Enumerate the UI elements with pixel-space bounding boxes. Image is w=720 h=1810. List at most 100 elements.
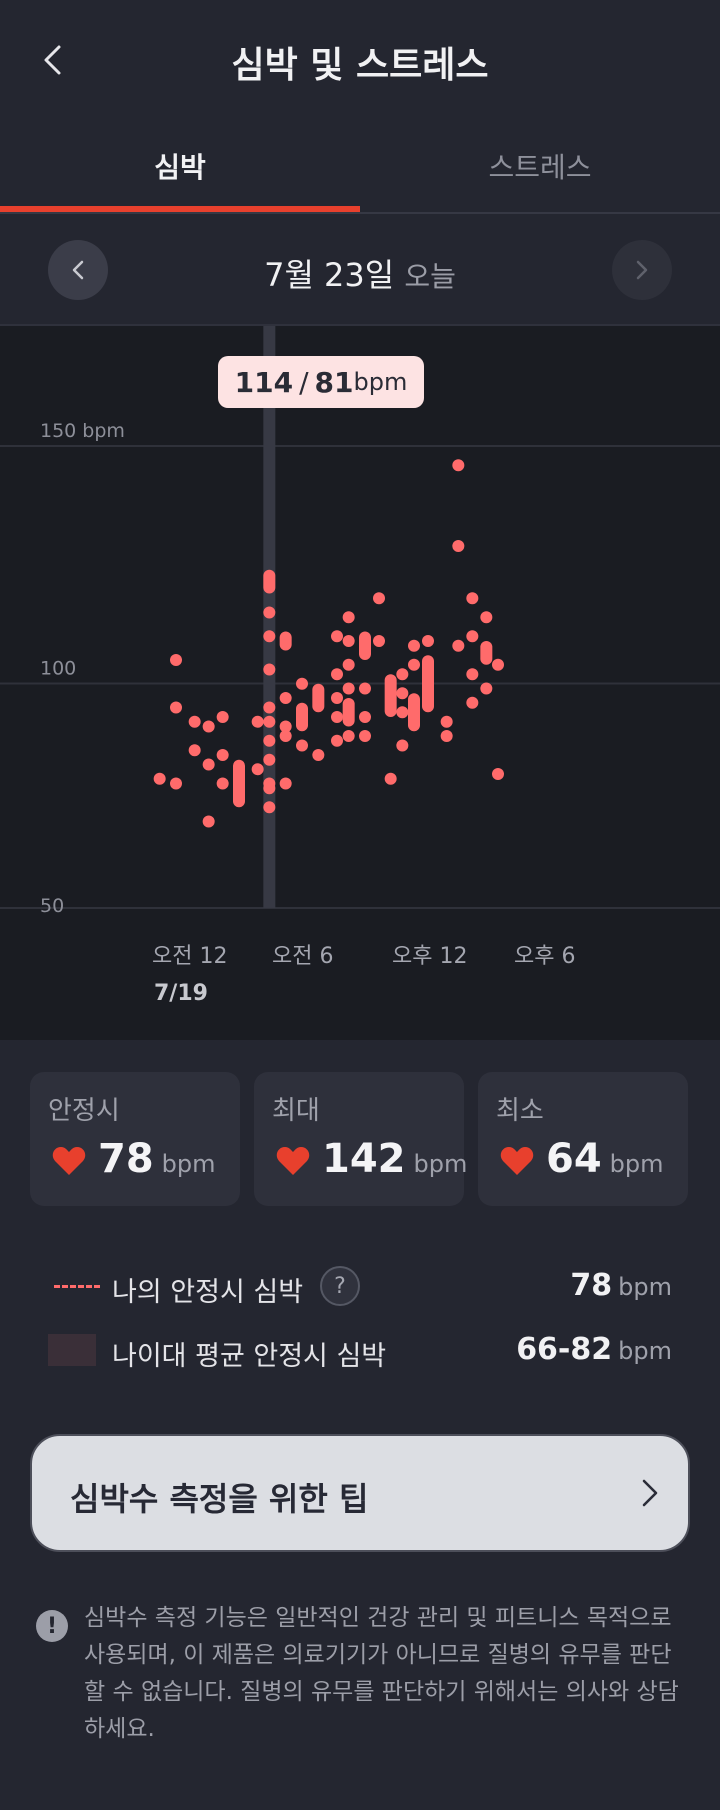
heart-rate-chart[interactable]: 150 bpm 100 50 오전 12 오전 6 오후 12 오후 6 7/19 114 /… — [0, 326, 720, 1040]
y-axis-label: 150 bpm — [40, 420, 125, 442]
app-header: 심박 및 스트레스 — [0, 0, 720, 120]
data-point — [263, 606, 276, 619]
x-axis-label: 오전 6 — [272, 944, 333, 969]
stat-unit: bpm — [161, 1150, 216, 1178]
info-icon: ! — [36, 1610, 68, 1642]
data-point — [359, 711, 371, 723]
data-point — [373, 592, 385, 605]
data-point — [202, 758, 215, 771]
stat-label: 최대 — [272, 1096, 320, 1126]
max-stat-card: 최대 142 bpm — [254, 1072, 467, 1206]
data-point — [263, 734, 276, 747]
date-navigator: 7월 23일 오늘 — [0, 214, 720, 326]
data-point — [216, 711, 229, 723]
data-point — [396, 668, 409, 681]
chevron-right-icon — [636, 260, 648, 280]
legend-number: 66-82 — [516, 1332, 613, 1367]
legend-value: 78 bpm — [570, 1268, 672, 1303]
stat-label: 안정시 — [48, 1096, 120, 1126]
heart-icon — [500, 1147, 534, 1175]
stat-value: 142 — [322, 1136, 406, 1182]
data-point — [422, 635, 434, 647]
data-point — [342, 658, 355, 671]
data-point — [452, 459, 465, 472]
dashed-line-swatch — [54, 1285, 100, 1288]
date-label: 7월 23일 — [264, 256, 395, 294]
tab-bar: 심박 스트레스 — [0, 120, 720, 214]
data-point — [279, 730, 292, 742]
today-label: 오늘 — [404, 260, 456, 293]
stat-unit: bpm — [413, 1150, 468, 1178]
help-button[interactable]: ? — [320, 1266, 360, 1306]
resting-hr-legend: 나의 안정시 심박 ? 78 bpm — [48, 1260, 672, 1314]
data-point — [396, 706, 409, 719]
next-date-button[interactable] — [612, 240, 672, 300]
tab-stress[interactable]: 스트레스 — [360, 120, 720, 212]
stat-value: 78 — [98, 1136, 154, 1182]
data-point — [279, 777, 292, 790]
tip-button-label: 심박수 측정을 위한 팁 — [70, 1480, 369, 1518]
range-bar — [408, 693, 420, 732]
range-swatch — [48, 1334, 96, 1366]
data-point — [342, 730, 355, 742]
range-bar — [359, 631, 371, 660]
legend-number: 78 — [570, 1268, 613, 1303]
data-point — [480, 682, 493, 695]
heart-icon — [276, 1147, 310, 1175]
y-axis-label: 100 — [40, 658, 76, 680]
x-axis-label: 오후 12 — [392, 944, 467, 969]
data-point — [263, 753, 276, 766]
range-bar — [296, 702, 308, 732]
data-point — [216, 777, 229, 790]
data-point — [452, 540, 465, 552]
selected-range-tooltip: 114 / 81 bpm — [218, 356, 424, 408]
data-point — [263, 782, 276, 795]
data-point — [396, 739, 409, 752]
data-point — [331, 734, 343, 747]
range-bar — [342, 698, 355, 727]
data-point — [342, 611, 355, 624]
active-tab-indicator — [0, 206, 360, 212]
chevron-right-icon — [642, 1479, 658, 1507]
data-point — [452, 639, 465, 652]
data-point — [359, 682, 371, 695]
data-point — [188, 744, 201, 757]
data-point — [153, 772, 166, 785]
data-point — [170, 777, 182, 790]
stat-value: 64 — [546, 1136, 602, 1182]
data-point — [492, 658, 504, 671]
data-point — [216, 749, 229, 761]
tooltip-min: 81 — [314, 365, 354, 399]
heart-rate-tips-button[interactable]: 심박수 측정을 위한 팁 — [30, 1434, 690, 1552]
data-point — [331, 668, 343, 681]
stat-label: 최소 — [496, 1096, 544, 1126]
range-bar — [384, 674, 397, 717]
data-point — [492, 768, 504, 780]
tooltip-max: 114 — [234, 365, 294, 399]
heart-icon — [52, 1147, 86, 1175]
data-point — [440, 730, 453, 742]
x-axis-date-label: 7/19 — [154, 981, 208, 1006]
data-point — [373, 635, 385, 647]
data-point — [188, 715, 201, 728]
data-point — [466, 630, 479, 643]
x-axis-label: 오후 6 — [514, 944, 575, 969]
data-point — [251, 715, 264, 728]
tooltip-unit: bpm — [353, 368, 408, 396]
disclaimer-text: 심박수 측정 기능은 일반적인 건강 관리 및 피트니스 목적으로 사용되며, … — [84, 1605, 679, 1742]
tooltip-separator: / — [299, 365, 309, 399]
legend-label: 나의 안정시 심박 — [112, 1277, 304, 1308]
data-point — [331, 692, 343, 704]
stat-unit: bpm — [609, 1150, 664, 1178]
legend-label: 나이대 평균 안정시 심박 — [112, 1341, 387, 1372]
data-point — [263, 801, 276, 814]
range-bar — [233, 759, 245, 808]
data-point — [331, 630, 343, 643]
age-average-legend: 나이대 평균 안정시 심박 66-82 bpm — [48, 1324, 672, 1378]
data-point — [312, 749, 325, 761]
min-stat-card: 최소 64 bpm — [478, 1072, 688, 1206]
data-point — [408, 658, 420, 671]
legend-unit: bpm — [618, 1337, 672, 1365]
tab-heart-rate[interactable]: 심박 — [0, 120, 360, 212]
data-point — [480, 611, 493, 624]
